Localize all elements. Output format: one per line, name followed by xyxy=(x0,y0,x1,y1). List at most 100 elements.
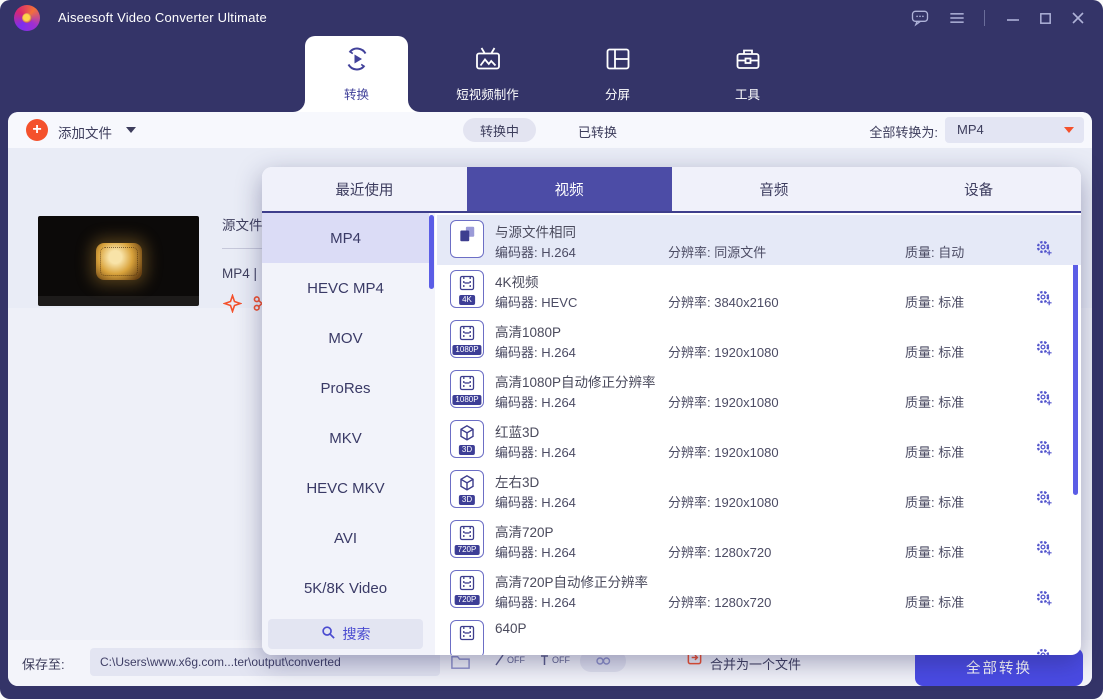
add-files-caret-icon[interactable] xyxy=(126,127,136,133)
profile-title: 高清720P自动修正分辨率 xyxy=(495,571,648,591)
tab-convert[interactable]: 转换 xyxy=(305,36,408,112)
sidebar-item-avi[interactable]: AVI xyxy=(262,513,429,563)
profile-row[interactable]: 3D红蓝3D编码器: H.264分辨率: 1920x1080质量: 标准 xyxy=(437,415,1081,465)
toolbox-icon xyxy=(734,45,762,78)
titlebar: Aiseesoft Video Converter Ultimate xyxy=(0,0,1103,36)
profile-settings-gear-icon[interactable] xyxy=(1035,439,1053,457)
close-button[interactable] xyxy=(1066,7,1090,29)
sidebar-item-mkv[interactable]: MKV xyxy=(262,413,429,463)
format-badge: 720P xyxy=(455,545,480,555)
audio-off-toggle[interactable]: OFF xyxy=(539,654,570,666)
format-badge: 3D xyxy=(459,445,475,455)
sidebar-item-hevc-mp4[interactable]: HEVC MP4 xyxy=(262,263,429,313)
profile-settings-gear-icon[interactable] xyxy=(1035,489,1053,507)
film-format-icon: 1080P xyxy=(450,320,484,358)
tab-split-label: 分屏 xyxy=(605,84,630,103)
profile-title: 4K视频 xyxy=(495,271,539,291)
profile-quality: 质量: 自动 xyxy=(905,242,964,261)
tab-video[interactable]: 视频 xyxy=(467,167,672,211)
profile-row[interactable]: 1080P高清1080P自动修正分辨率编码器: H.264分辨率: 1920x1… xyxy=(437,365,1081,415)
format-badge: 3D xyxy=(459,495,475,505)
profile-row[interactable]: 3D左右3D编码器: H.264分辨率: 1920x1080质量: 标准 xyxy=(437,465,1081,515)
app-window: Aiseesoft Video Converter Ultimate xyxy=(0,0,1103,699)
profile-title: 640P xyxy=(495,621,527,636)
search-label: 搜索 xyxy=(343,624,371,644)
profile-settings-gear-icon[interactable] xyxy=(1035,539,1053,557)
format-panel-body: MP4HEVC MP4 MOV ProResMKVHEVC MKV AVI 5K/8K … xyxy=(262,213,1081,655)
search-icon xyxy=(321,625,336,643)
format-sidebar: MP4HEVC MP4 MOV ProResMKVHEVC MKV AVI 5K/8K … xyxy=(262,213,435,655)
sidebar-item-mov[interactable]: MOV xyxy=(262,313,429,363)
sidebar-item-prores[interactable]: ProRes xyxy=(262,363,429,413)
minimize-button[interactable] xyxy=(1001,7,1025,29)
tab-audio[interactable]: 音频 xyxy=(672,167,877,211)
profile-settings-gear-icon[interactable] xyxy=(1035,289,1053,307)
source-format-text: MP4 | xyxy=(222,266,257,281)
format-dropdown-panel: 最近使用 视频 音频 设备 MP4HEVC MP4 MOV ProResMKVHEV… xyxy=(262,167,1081,655)
sidebar-item-hevc-mkv[interactable]: HEVC MKV xyxy=(262,463,429,513)
tab-device[interactable]: 设备 xyxy=(876,167,1081,211)
tab-recently-used[interactable]: 最近使用 xyxy=(262,167,467,211)
profile-resolution: 分辨率: 1920x1080 xyxy=(668,442,779,461)
effects-star-icon[interactable] xyxy=(223,294,242,318)
format-badge: 1080P xyxy=(452,395,481,405)
subtitle-off-toggle[interactable]: OFF xyxy=(494,654,525,666)
tab-split-screen[interactable]: 分屏 xyxy=(580,36,655,112)
film-format-icon: 720P xyxy=(450,570,484,608)
profile-settings-gear-icon[interactable] xyxy=(1035,389,1053,407)
profile-resolution: 分辨率: 1920x1080 xyxy=(668,342,779,361)
film-format-icon: 720P xyxy=(450,520,484,558)
feedback-chat-icon[interactable] xyxy=(908,7,932,29)
merge-files-label[interactable]: 合并为一个文件 xyxy=(710,654,801,673)
converting-label: 转换中 xyxy=(480,121,519,140)
profile-settings-gear-icon[interactable] xyxy=(1035,239,1053,257)
profile-row[interactable]: 640P xyxy=(437,615,1081,655)
video-thumbnail[interactable] xyxy=(38,216,199,306)
profile-row[interactable]: 4K4K视频编码器: HEVC分辨率: 3840x2160质量: 标准 xyxy=(437,265,1081,315)
maximize-button[interactable] xyxy=(1033,7,1057,29)
profile-row[interactable]: 与源文件相同编码器: H.264分辨率: 同源文件质量: 自动 xyxy=(437,215,1081,265)
profile-encoder: 编码器: H.264 xyxy=(495,242,576,261)
profile-settings-gear-icon[interactable] xyxy=(1035,339,1053,357)
tab-short-video-label: 短视频制作 xyxy=(456,84,519,103)
tab-converted[interactable]: 已转换 xyxy=(578,122,617,141)
convert-all-to-label: 全部转换为: xyxy=(853,122,938,141)
format-caret-icon xyxy=(1064,127,1074,133)
profile-settings-gear-icon[interactable] xyxy=(1035,589,1053,607)
profile-row[interactable]: 720P高清720P编码器: H.264分辨率: 1280x720质量: 标准 xyxy=(437,515,1081,565)
profile-quality: 质量: 标准 xyxy=(905,442,964,461)
profile-encoder: 编码器: H.264 xyxy=(495,592,576,611)
profile-encoder: 编码器: H.264 xyxy=(495,492,576,511)
add-files-button[interactable]: 添加文件 xyxy=(58,122,112,142)
profile-encoder: 编码器: H.264 xyxy=(495,392,576,411)
menu-icon[interactable] xyxy=(945,7,969,29)
profile-quality: 质量: 标准 xyxy=(905,542,964,561)
tab-short-video-maker[interactable]: 短视频制作 xyxy=(425,36,550,112)
profile-title: 与源文件相同 xyxy=(495,221,576,241)
profile-row[interactable]: 720P 高清720P自动修正分辨率编码器: H.264 分辨率: 1280x720… xyxy=(437,565,1081,615)
save-to-label: 保存至: xyxy=(22,654,65,673)
film-format-icon xyxy=(450,620,484,655)
profile-encoder: 编码器: H.264 xyxy=(495,442,576,461)
add-files-plus-icon[interactable]: + xyxy=(26,119,48,141)
profile-title: 左右3D xyxy=(495,471,539,491)
sidebar-item-label: MOV xyxy=(328,330,362,347)
sidebar-item-label: 5K/8K Video xyxy=(304,580,387,597)
search-button[interactable]: 搜索 xyxy=(268,619,423,649)
output-format-select[interactable]: MP4 xyxy=(945,117,1084,143)
profile-title: 高清1080P xyxy=(495,321,561,341)
profile-settings-gear-icon[interactable] xyxy=(1035,647,1053,655)
sidebar-item-5k-8k-video[interactable]: 5K/8K Video xyxy=(262,563,429,613)
titlebar-divider xyxy=(984,10,985,26)
tab-flare xyxy=(293,100,305,112)
profile-row[interactable]: 1080P高清1080P编码器: H.264分辨率: 1920x1080质量: … xyxy=(437,315,1081,365)
sidebar-item-mp4[interactable]: MP4 xyxy=(262,213,429,263)
sidebar-scrollbar-thumb[interactable] xyxy=(429,215,434,289)
profile-resolution: 分辨率: 1280x720 xyxy=(668,592,771,611)
tab-toolbox[interactable]: 工具 xyxy=(710,36,785,112)
profile-encoder: 编码器: H.264 xyxy=(495,542,576,561)
format-badge: 720P xyxy=(455,595,480,605)
sidebar-item-label: AVI xyxy=(334,530,357,547)
tab-converting[interactable]: 转换中 xyxy=(463,118,536,142)
audio-off-label: OFF xyxy=(552,655,570,665)
